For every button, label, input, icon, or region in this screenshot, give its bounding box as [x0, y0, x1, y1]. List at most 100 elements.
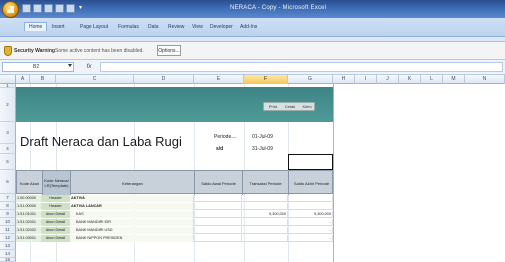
table-row[interactable]: 1.01.02001 Akun Detail BANK MANDIRI IDR …	[16, 219, 333, 226]
cell-saldo-awal[interactable]	[194, 203, 242, 210]
row-header[interactable]: 5	[0, 154, 16, 170]
cell-kode-akun[interactable]: 1.01.00000	[16, 203, 42, 210]
column-header[interactable]: I	[355, 75, 377, 84]
column-header[interactable]: A	[16, 75, 30, 84]
column-header[interactable]: D	[134, 75, 194, 84]
periode-start-cell[interactable]: 01-Jul-09	[252, 134, 273, 140]
cell-kode-neraca[interactable]: Header	[42, 203, 70, 210]
print-icon[interactable]	[55, 4, 64, 13]
cell-kode-neraca[interactable]: Akun Detail	[42, 211, 70, 218]
cell-keterangan[interactable]: BANK MANDIRI IDR	[70, 219, 194, 226]
tab-add-ins[interactable]: Add-Ins	[240, 24, 257, 30]
table-row[interactable]: 1.01.01001 Akun Detail KAS 5,300,000 5,3…	[16, 211, 333, 218]
quick-access-toolbar: ▾	[22, 4, 84, 14]
cell-kode-neraca[interactable]: Akun Detail	[42, 219, 70, 226]
cell-kode-akun[interactable]: 1.01.02002	[16, 227, 42, 234]
cell-keterangan[interactable]: AKTIVA LANCAR	[70, 203, 194, 210]
tab-data[interactable]: Data	[148, 24, 159, 30]
cell-transaksi[interactable]	[242, 219, 288, 226]
tab-view[interactable]: View	[192, 24, 203, 30]
column-header-selected[interactable]: F	[244, 75, 288, 84]
tab-review[interactable]: Review	[168, 24, 184, 30]
tab-formulas[interactable]: Formulas	[118, 24, 139, 30]
redo-icon[interactable]	[44, 4, 53, 13]
cell-saldo-akhir[interactable]: -	[288, 219, 333, 226]
cell-kode-neraca[interactable]: Header	[42, 195, 70, 202]
row-header[interactable]: 6	[0, 170, 16, 194]
cell-kode-akun[interactable]: 1.01.02001	[16, 219, 42, 226]
column-header[interactable]: L	[421, 75, 443, 84]
row-header[interactable]: 12	[0, 234, 16, 242]
cell-kode-neraca[interactable]: Akun Detail	[42, 227, 70, 234]
cell-kode-akun[interactable]: 1.01.03001	[16, 235, 42, 242]
cell-kode-akun[interactable]: 1.01.01001	[16, 211, 42, 218]
cell-keterangan[interactable]: KAS	[70, 211, 194, 218]
cell-saldo-akhir[interactable]: 5,300,000	[288, 211, 333, 218]
cell-saldo-akhir[interactable]: -	[288, 235, 333, 242]
cell-saldo-awal[interactable]	[194, 195, 242, 202]
cell-keterangan[interactable]: AKTIVA	[70, 195, 194, 202]
row-header[interactable]: 13	[0, 242, 16, 250]
cell-transaksi[interactable]	[242, 227, 288, 234]
column-header[interactable]: H	[333, 75, 355, 84]
table-row[interactable]: 1.01.00000 Header AKTIVA LANCAR	[16, 203, 333, 210]
options-button[interactable]: Options...	[157, 45, 181, 56]
table-row[interactable]: 1.00.00000 Header AKTIVA	[16, 195, 333, 202]
periode-end-cell[interactable]: 31-Jul-09	[252, 146, 273, 152]
cell-saldo-akhir[interactable]	[288, 203, 333, 210]
row-header[interactable]: 9	[0, 210, 16, 218]
cetak-button[interactable]: Cetak	[282, 104, 298, 110]
print-button[interactable]: Print	[265, 104, 281, 110]
column-header[interactable]: N	[465, 75, 505, 84]
column-header[interactable]: E	[194, 75, 244, 84]
row-header[interactable]: 2	[0, 88, 16, 122]
formula-input[interactable]	[100, 62, 503, 72]
row-header[interactable]: 10	[0, 218, 16, 226]
undo-icon[interactable]	[33, 4, 42, 13]
column-header[interactable]: C	[56, 75, 134, 84]
save-icon[interactable]	[22, 4, 31, 13]
chevron-down-icon[interactable]	[68, 64, 72, 67]
report-banner: Print Cetak Kirim	[16, 87, 333, 122]
cell-keterangan[interactable]: BANK NIPPON PRESIDEN	[70, 235, 194, 242]
tab-developer[interactable]: Developer	[210, 24, 233, 30]
preview-icon[interactable]	[66, 4, 75, 13]
cell-transaksi[interactable]	[242, 235, 288, 242]
row-header[interactable]: 11	[0, 226, 16, 234]
table-row[interactable]: 1.01.02002 Akun Detail BANK MANDIRI USD …	[16, 227, 333, 234]
cell-transaksi[interactable]	[242, 195, 288, 202]
row-header[interactable]: 3	[0, 122, 16, 144]
header-keterangan: Keterangan	[71, 171, 195, 195]
cell-kode-akun[interactable]: 1.00.00000	[16, 195, 42, 202]
cell-saldo-awal[interactable]	[194, 227, 242, 234]
cell-saldo-awal[interactable]	[194, 235, 242, 242]
tab-insert[interactable]: Insert	[52, 24, 65, 30]
kirim-button[interactable]: Kirim	[299, 104, 315, 110]
tab-home[interactable]: Home	[24, 22, 48, 31]
row-header[interactable]: 4	[0, 144, 16, 154]
row-header[interactable]: 8	[0, 202, 16, 210]
customize-toolbar-dropdown[interactable]: ▾	[77, 4, 84, 13]
worksheet[interactable]: Print Cetak Kirim Draft Neraca dan Laba …	[16, 84, 505, 262]
tab-page-layout[interactable]: Page Layout	[80, 24, 108, 30]
cell-kode-neraca[interactable]: Akun Detail	[42, 235, 70, 242]
cell-saldo-awal[interactable]	[194, 211, 242, 218]
insert-function-icon[interactable]: fx	[82, 63, 96, 71]
column-header[interactable]: G	[288, 75, 333, 84]
name-box[interactable]: B2	[2, 62, 74, 72]
row-header[interactable]: 7	[0, 194, 16, 202]
table-row[interactable]: 1.01.03001 Akun Detail BANK NIPPON PRESI…	[16, 235, 333, 242]
column-header[interactable]: B	[30, 75, 56, 84]
cell-transaksi[interactable]	[242, 203, 288, 210]
cell-saldo-akhir[interactable]	[288, 195, 333, 202]
column-header[interactable]: M	[443, 75, 465, 84]
row-header[interactable]: 15	[0, 257, 16, 262]
column-header[interactable]: K	[399, 75, 421, 84]
cell-saldo-akhir[interactable]: -	[288, 227, 333, 234]
cell-saldo-awal[interactable]	[194, 219, 242, 226]
cell-transaksi[interactable]: 5,300,000	[242, 211, 288, 218]
column-header[interactable]: J	[377, 75, 399, 84]
office-button[interactable]	[2, 1, 19, 18]
cell-keterangan[interactable]: BANK MANDIRI USD	[70, 227, 194, 234]
selected-cell[interactable]	[288, 154, 333, 170]
